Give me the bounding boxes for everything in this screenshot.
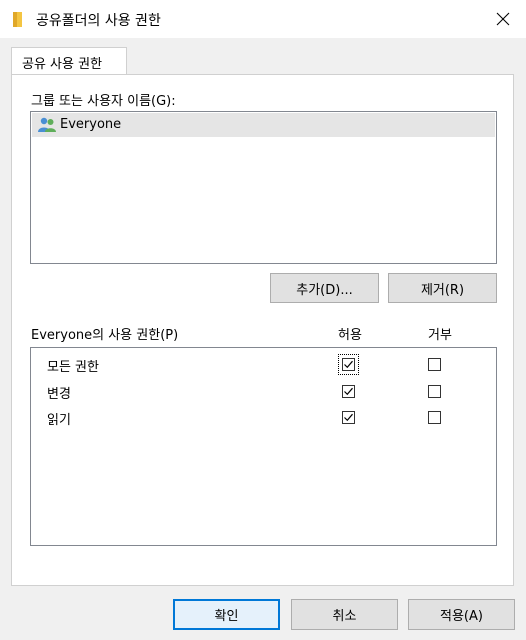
add-button[interactable]: 추가(D)... [270,273,379,303]
allow-checkbox-read[interactable] [342,411,355,424]
tab-share-permissions[interactable]: 공유 사용 권한 [11,47,127,75]
users-group-icon [38,117,56,132]
permission-name-read: 읽기 [47,413,71,428]
allow-checkbox-full-control[interactable] [342,358,355,371]
permissions-listbox: 모든 권한 변경 읽기 [30,347,497,546]
check-icon [344,387,353,396]
users-listbox[interactable]: Everyone [30,111,497,264]
permissions-label: Everyone의 사용 권한(P) [31,328,179,343]
window-title: 공유폴더의 사용 권한 [36,13,161,29]
allow-checkbox-change[interactable] [342,385,355,398]
deny-checkbox-read[interactable] [428,411,441,424]
user-name: Everyone [60,117,122,132]
close-icon [496,12,510,26]
title-bar: 공유폴더의 사용 권한 [0,0,526,38]
apply-button[interactable]: 적용(A) [408,599,515,630]
deny-header: 거부 [428,328,452,343]
remove-button[interactable]: 제거(R) [388,273,497,303]
tab-panel: 그룹 또는 사용자 이름(G): Everyone 추가(D)... 제거(R)… [11,74,514,586]
deny-checkbox-full-control[interactable] [428,358,441,371]
check-icon [344,360,353,369]
cancel-button[interactable]: 취소 [291,599,398,630]
permission-name-full-control: 모든 권한 [47,360,99,375]
tab-label: 공유 사용 권한 [22,57,103,72]
folder-icon [13,12,22,27]
check-icon [344,413,353,422]
list-item-everyone[interactable]: Everyone [32,113,495,137]
deny-checkbox-change[interactable] [428,385,441,398]
groups-label: 그룹 또는 사용자 이름(G): [31,94,176,109]
permission-name-change: 변경 [47,387,71,402]
allow-header: 허용 [338,328,362,343]
ok-button[interactable]: 확인 [173,599,280,630]
close-button[interactable] [480,0,526,38]
